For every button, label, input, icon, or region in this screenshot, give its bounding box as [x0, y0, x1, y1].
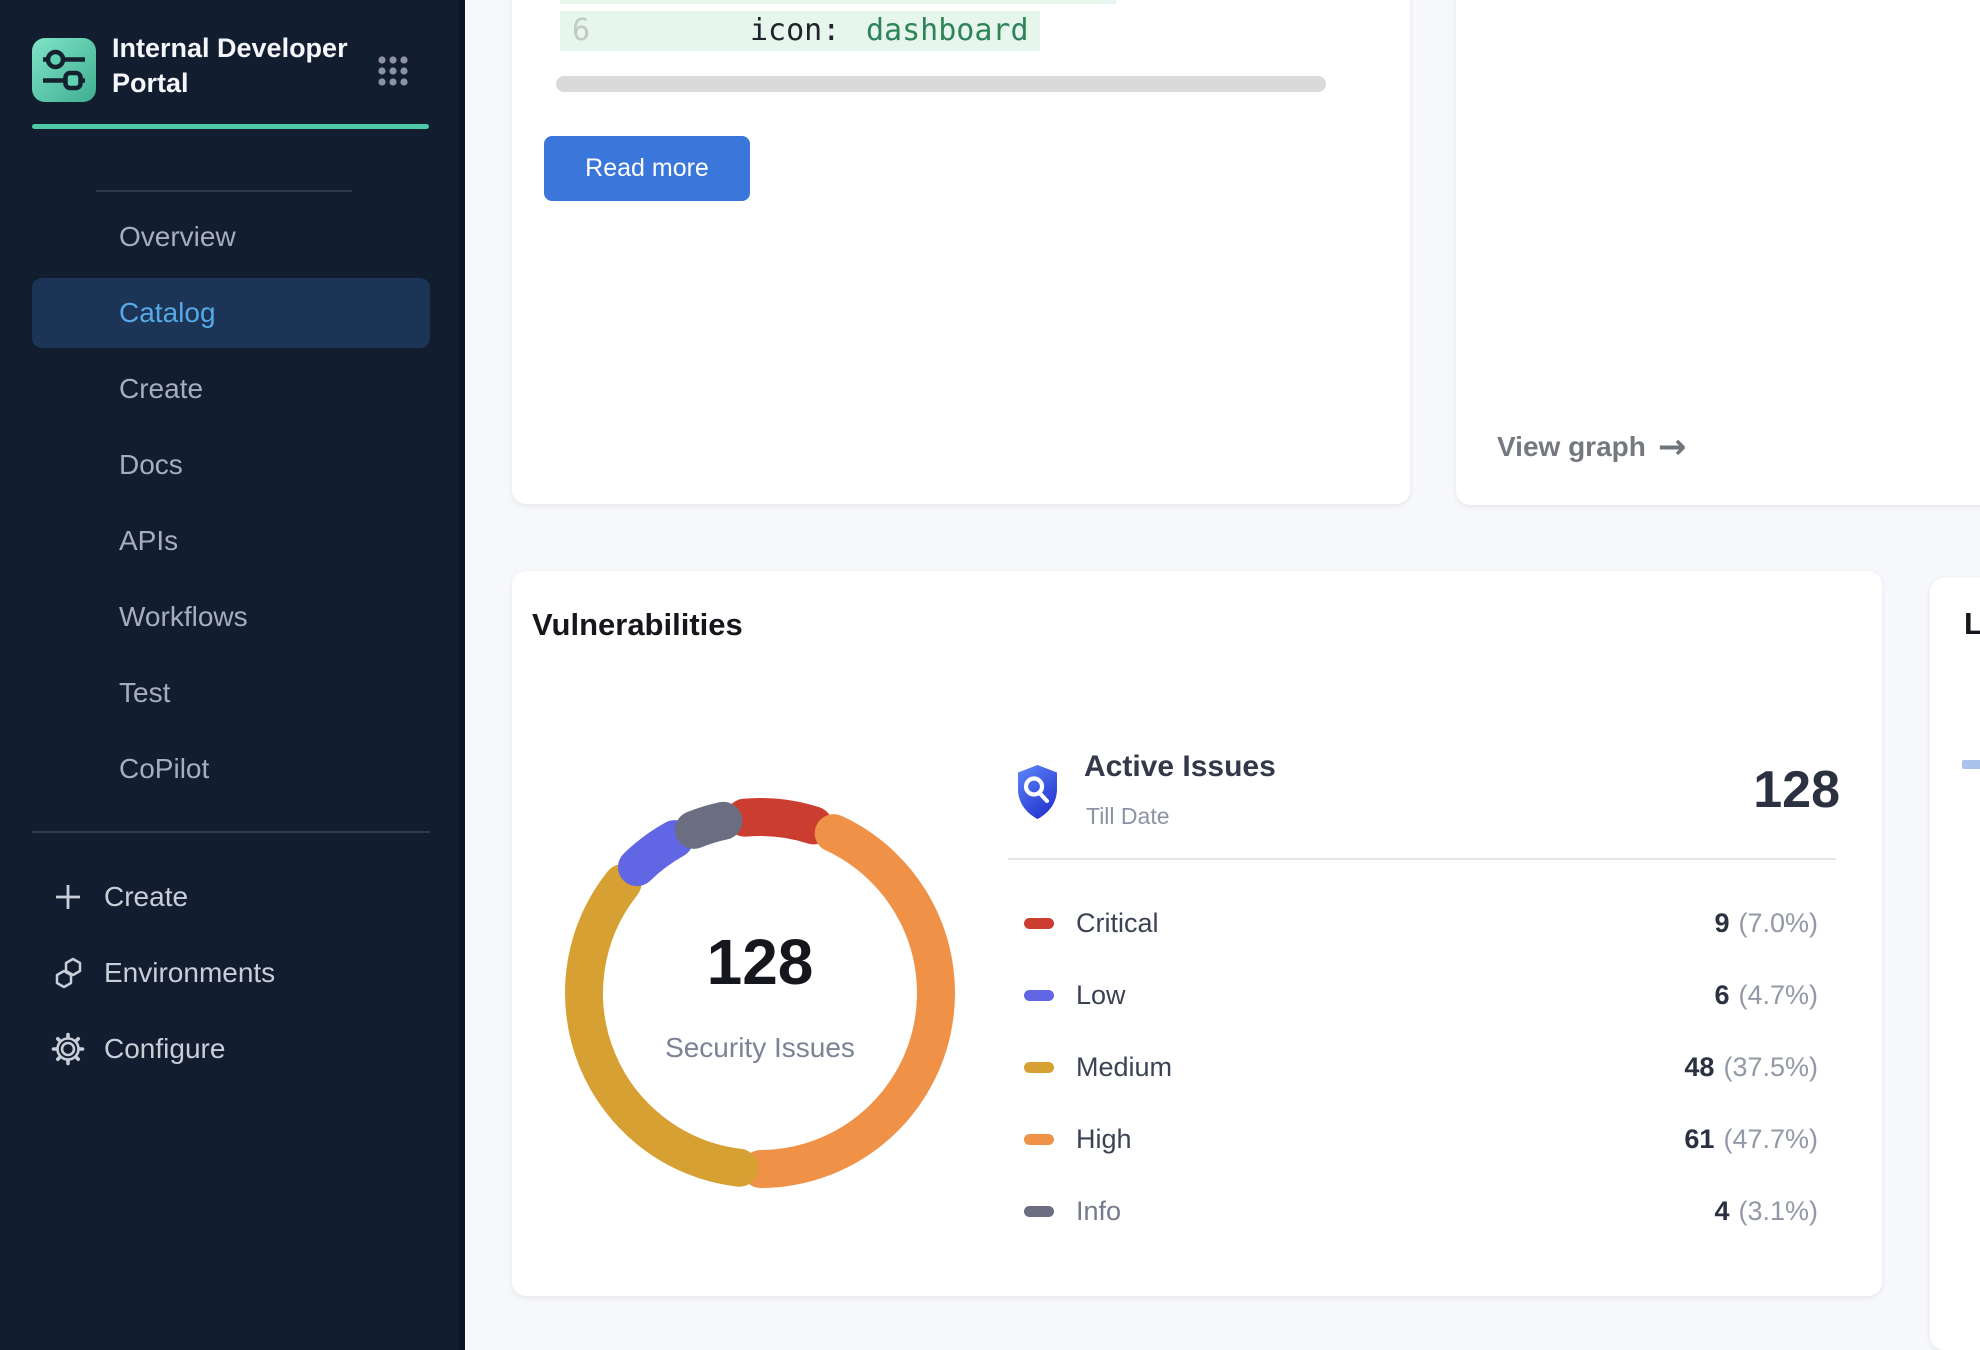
legend-row-high: High 61 (47.7%) — [1008, 1103, 1836, 1175]
sidebar-item-copilot[interactable]: CoPilot — [32, 734, 430, 804]
gear-icon — [50, 1031, 86, 1067]
donut-center-label: Security Issues — [585, 1032, 935, 1064]
donut-segment-high — [761, 833, 936, 1169]
gear-teeth — [54, 1035, 83, 1064]
donut-segment-critical — [745, 817, 814, 825]
sidebar-item-apis[interactable]: APIs — [32, 506, 430, 576]
legend-percentage: (37.5%) — [1723, 1052, 1818, 1083]
legend-label: Info — [1076, 1196, 1121, 1227]
sidebar-accent-rule — [32, 124, 429, 129]
code-line: 6 icon: dashboard — [560, 11, 1040, 51]
code-key: icon: — [750, 11, 840, 51]
summary-divider — [1008, 858, 1836, 860]
active-issues-subtitle: Till Date — [1086, 803, 1170, 830]
code-highlight-partial-row — [560, 0, 1116, 4]
sidebar-item-label: Environments — [104, 957, 275, 989]
sidebar-header-divider — [96, 190, 352, 192]
legend-label: Critical — [1076, 908, 1159, 939]
sidebar-item-configure[interactable]: Configure — [0, 1018, 459, 1080]
sidebar-nav: OverviewCatalogCreateDocsAPIsWorkflowsTe… — [32, 202, 430, 810]
legend-swatch — [1024, 918, 1054, 929]
code-value: dashboard — [866, 11, 1029, 51]
sidebar-item-docs[interactable]: Docs — [32, 430, 430, 500]
sidebar-item-test[interactable]: Test — [32, 658, 430, 728]
shield-search-icon — [1014, 763, 1061, 821]
horizontal-scrollbar[interactable] — [556, 76, 1326, 92]
view-graph-link[interactable]: View graph → — [1497, 431, 1686, 463]
sidebar-item-workflows[interactable]: Workflows — [32, 582, 430, 652]
severity-legend: Critical 9 (7.0%) Low 6 (4.7%) Medium 48 (37.5%)… — [1008, 887, 1836, 1247]
legend-count: 9 — [1714, 908, 1729, 939]
sidebar-footer-nav: Create Environments — [0, 866, 459, 1094]
sidebar-section-divider — [32, 831, 430, 833]
portal-logo-icon — [32, 38, 96, 102]
legend-swatch — [1024, 1062, 1054, 1073]
legend-percentage: (7.0%) — [1738, 908, 1818, 939]
legend-percentage: (4.7%) — [1738, 980, 1818, 1011]
legend-label: Medium — [1076, 1052, 1172, 1083]
sidebar-item-create[interactable]: Create — [0, 866, 459, 928]
sidebar-item-create[interactable]: Create — [32, 354, 430, 424]
arrow-right-icon: → — [1658, 433, 1687, 461]
legend-percentage: (47.7%) — [1723, 1124, 1818, 1155]
legend-swatch — [1024, 1134, 1054, 1145]
clipped-right-card — [1930, 578, 1980, 1350]
graph-card — [1456, 0, 1980, 505]
legend-count: 6 — [1714, 980, 1729, 1011]
clipped-card-title: L — [1964, 606, 1980, 642]
legend-row-low: Low 6 (4.7%) — [1008, 959, 1836, 1031]
legend-label: Low — [1076, 980, 1126, 1011]
apps-grid-icon[interactable] — [376, 54, 410, 88]
vulnerabilities-title: Vulnerabilities — [532, 607, 743, 643]
app-title: Internal Developer Portal — [112, 31, 364, 101]
sidebar-item-overview[interactable]: Overview — [32, 202, 430, 272]
legend-count: 48 — [1684, 1052, 1714, 1083]
hexagons-icon — [50, 955, 86, 991]
donut-center-value: 128 — [610, 925, 910, 999]
legend-row-info: Info 4 (3.1%) — [1008, 1175, 1836, 1247]
sidebar-item-label: Create — [104, 881, 188, 913]
donut-segment-low — [637, 839, 675, 867]
sidebar-item-catalog[interactable]: Catalog — [32, 278, 430, 348]
legend-label: High — [1076, 1124, 1132, 1155]
legend-percentage: (3.1%) — [1738, 1196, 1818, 1227]
view-graph-label: View graph — [1497, 431, 1646, 463]
sidebar-item-environments[interactable]: Environments — [0, 942, 459, 1004]
sidebar: Internal Developer Portal OverviewCatalo… — [0, 0, 465, 1350]
legend-row-critical: Critical 9 (7.0%) — [1008, 887, 1836, 959]
active-issues-total: 128 — [1640, 760, 1840, 820]
legend-count: 61 — [1684, 1124, 1714, 1155]
active-issues-title: Active Issues — [1084, 750, 1276, 784]
plus-icon — [50, 879, 86, 915]
app-root: Internal Developer Portal OverviewCatalo… — [0, 0, 1980, 1350]
code-line-number: 6 — [572, 11, 590, 51]
read-more-button[interactable]: Read more — [544, 136, 750, 201]
legend-swatch — [1024, 990, 1054, 1001]
legend-row-medium: Medium 48 (37.5%) — [1008, 1031, 1836, 1103]
donut-segment-info — [694, 821, 724, 830]
legend-count: 4 — [1714, 1196, 1729, 1227]
clipped-card-bar — [1962, 760, 1980, 769]
sidebar-item-label: Configure — [104, 1033, 225, 1065]
legend-swatch — [1024, 1206, 1054, 1217]
